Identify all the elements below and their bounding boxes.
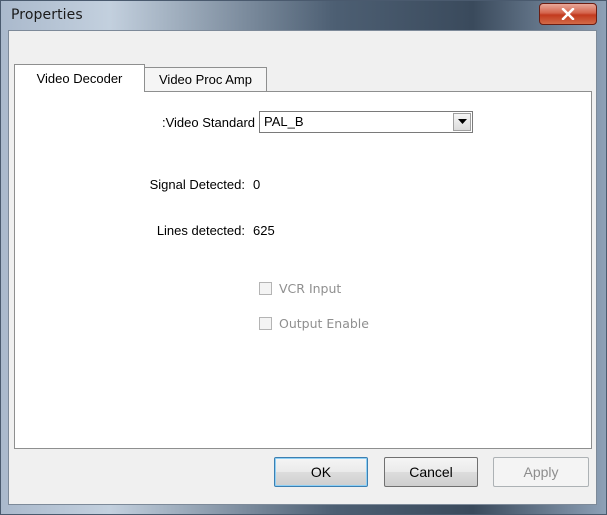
- tab-video-proc-amp[interactable]: Video Proc Amp: [145, 67, 267, 91]
- apply-button-label: Apply: [523, 464, 559, 480]
- video-standard-value: PAL_B: [264, 114, 304, 129]
- tab-video-decoder[interactable]: Video Decoder: [14, 64, 145, 92]
- close-button[interactable]: [539, 3, 597, 25]
- lines-detected-label: Lines detected:: [156, 223, 245, 238]
- vcr-input-checkbox[interactable]: [259, 281, 272, 295]
- tab-label: Video Proc Amp: [159, 72, 252, 87]
- ok-button[interactable]: OK: [274, 457, 368, 487]
- chevron-down-icon: [457, 119, 467, 124]
- tab-panel-video-decoder: [14, 91, 592, 449]
- video-standard-select[interactable]: PAL_B: [259, 111, 473, 133]
- title-bar[interactable]: Properties: [1, 1, 606, 31]
- video-standard-label: :Video Standard: [162, 115, 255, 130]
- vcr-input-label: VCR Input: [279, 280, 342, 296]
- cancel-button[interactable]: Cancel: [384, 457, 478, 487]
- dropdown-button[interactable]: [453, 113, 471, 131]
- lines-detected-value: 625: [253, 223, 275, 238]
- signal-detected-label: Signal Detected:: [149, 177, 245, 192]
- cancel-button-label: Cancel: [409, 464, 453, 480]
- signal-detected-value: 0: [253, 177, 261, 192]
- window-title: Properties: [11, 7, 83, 23]
- output-enable-label: Output Enable: [279, 315, 369, 331]
- apply-button[interactable]: Apply: [493, 457, 589, 487]
- output-enable-checkbox[interactable]: [259, 316, 272, 330]
- output-enable-checkbox-row[interactable]: Output Enable: [259, 315, 369, 331]
- vcr-input-checkbox-row[interactable]: VCR Input: [259, 280, 341, 296]
- tab-label: Video Decoder: [36, 71, 123, 86]
- ok-button-label: OK: [310, 464, 332, 480]
- close-icon: [561, 8, 575, 20]
